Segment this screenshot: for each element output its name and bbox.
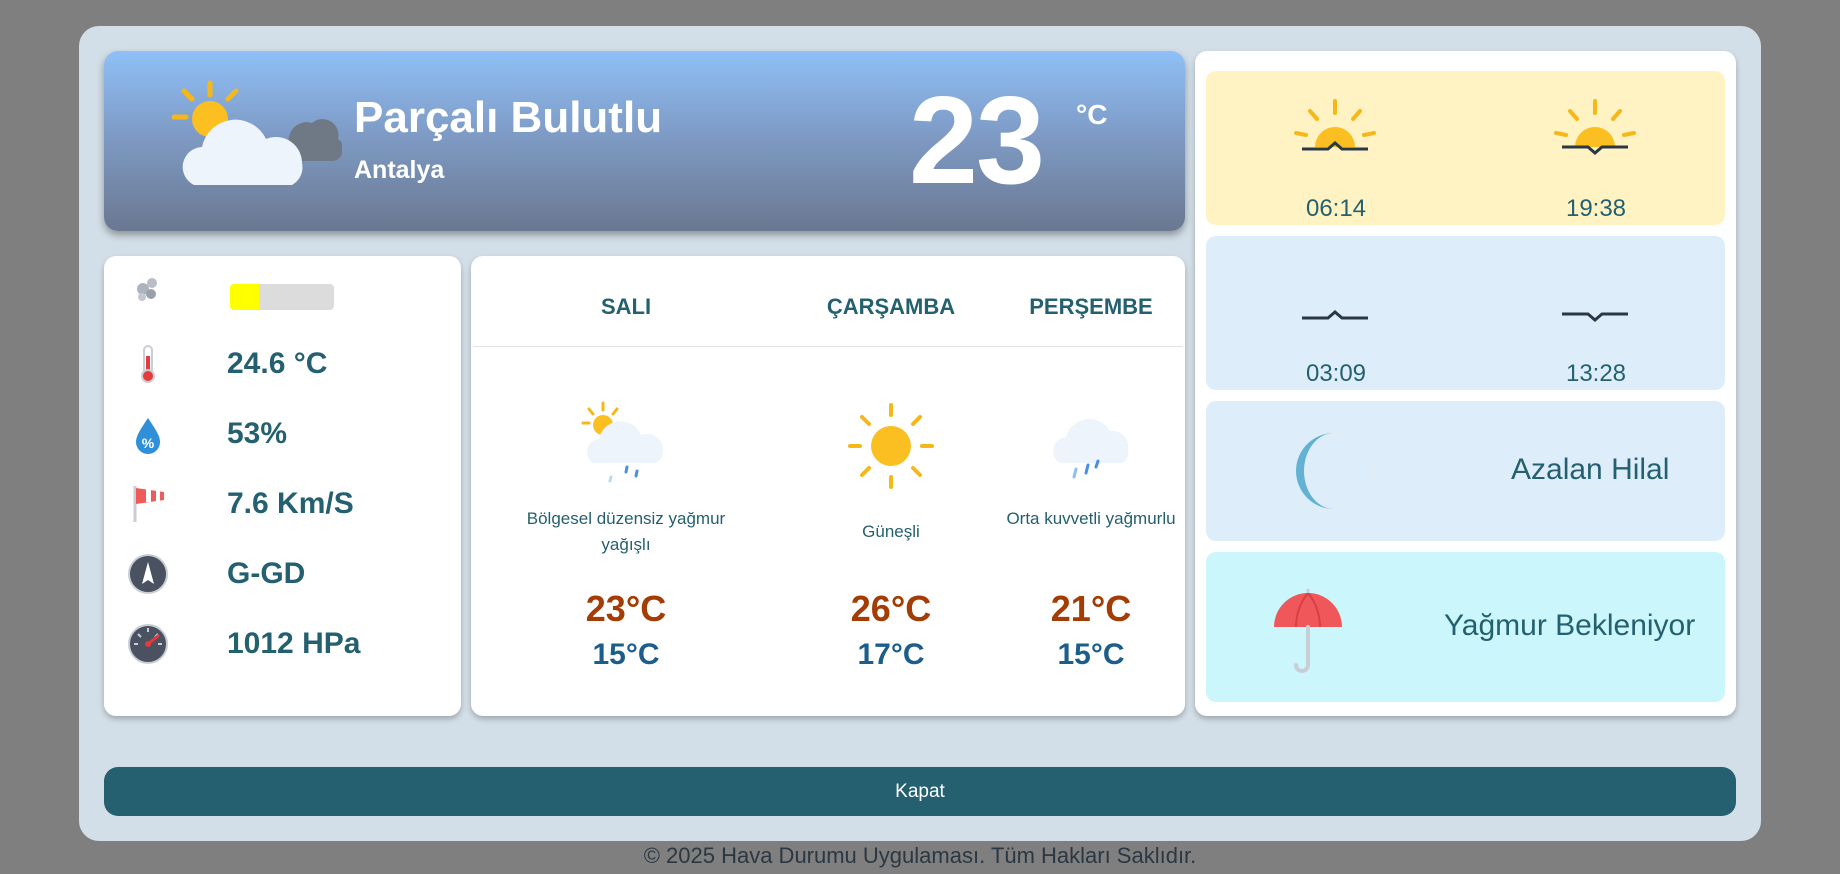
svg-text:%: %	[142, 435, 155, 451]
forecast-high: 21°C	[1050, 588, 1132, 629]
temperature-unit: °C	[1076, 99, 1108, 130]
forecast-day-2: ÇARŞAMBA Güneşli 26°C 17°C	[791, 256, 991, 716]
weather-panel: Parçalı Bulutlu Antalya 23 °C 24.6 °C % …	[79, 26, 1761, 841]
forecast-card: SALI Bölgesel düzensiz yağmur yağışlı 23…	[471, 256, 1185, 716]
humidity-row: % 53%	[104, 409, 461, 459]
rain-cloud-icon	[1053, 419, 1129, 479]
moonrise-time: 03:09	[1305, 360, 1367, 387]
sun-cloud-rain-icon	[581, 401, 664, 483]
forecast-description: Orta kuvvetli yağmurlu	[1006, 509, 1176, 528]
current-condition: Parçalı Bulutlu	[354, 93, 663, 142]
close-button[interactable]: Kapat	[104, 767, 1736, 816]
compass-icon	[128, 554, 168, 594]
pressure-value: 1012 HPa	[227, 627, 361, 660]
windsock-icon	[133, 486, 164, 522]
moon-times-tile: 03:09 13:28	[1206, 236, 1725, 390]
humidity-value: 53%	[227, 417, 288, 450]
air-quality-bar-fill	[230, 284, 260, 310]
moonset-icon	[1562, 276, 1628, 322]
pressure-row: 1012 HPa	[104, 619, 461, 669]
moonrise-icon	[1302, 276, 1368, 320]
wind-direction-row: G-GD	[104, 549, 461, 599]
current-temperature: 23	[909, 72, 1045, 210]
partly-cloudy-icon	[172, 80, 342, 185]
moon-phase-tile: Azalan Hilal	[1206, 401, 1725, 541]
astronomy-card: 06:14 19:38 03:09 13:28 Azalan Hilal Yağ…	[1195, 51, 1736, 716]
temperature-row: 24.6 °C	[104, 339, 461, 389]
moonset-time: 13:28	[1565, 360, 1627, 387]
air-quality-icon	[137, 278, 157, 301]
details-card: 24.6 °C % 53% 7.6 Km/S G-GD 1012 HPa	[104, 256, 461, 716]
current-weather-banner: Parçalı Bulutlu Antalya 23 °C	[104, 51, 1185, 231]
forecast-low: 15°C	[1057, 638, 1125, 671]
air-quality-row	[104, 268, 461, 318]
forecast-day-3: PERŞEMBE Orta kuvvetli yağmurlu 21°C 15°…	[1001, 256, 1181, 716]
forecast-day-name: SALI	[600, 294, 652, 319]
sunrise-time: 06:14	[1305, 195, 1367, 222]
moon-phase-name: Azalan Hilal	[1511, 453, 1670, 486]
umbrella-icon	[1274, 589, 1342, 673]
footer-copyright: © 2025 Hava Durumu Uygulaması. Tüm Hakla…	[643, 843, 1197, 868]
wind-speed-value: 7.6 Km/S	[227, 487, 354, 520]
sunrise-icon	[1294, 99, 1376, 151]
barometer-icon	[128, 624, 168, 664]
sunset-time: 19:38	[1565, 195, 1627, 222]
sun-icon	[848, 403, 934, 489]
forecast-description: Bölgesel düzensiz yağmur yağışlı	[526, 509, 726, 554]
forecast-high: 23°C	[585, 588, 667, 629]
thermometer-icon	[141, 345, 155, 383]
forecast-high: 26°C	[850, 588, 932, 629]
temperature-value: 24.6 °C	[227, 347, 328, 380]
wind-direction-value: G-GD	[227, 557, 306, 590]
sunset-icon	[1554, 99, 1636, 155]
forecast-low: 15°C	[592, 638, 660, 671]
forecast-day-name: ÇARŞAMBA	[826, 294, 956, 319]
sun-times-tile: 06:14 19:38	[1206, 71, 1725, 225]
humidity-drop-icon: %	[136, 418, 160, 454]
forecast-day-name: PERŞEMBE	[1029, 294, 1153, 319]
rain-status-tile: Yağmur Bekleniyor	[1206, 552, 1725, 702]
wind-speed-row: 7.6 Km/S	[104, 479, 461, 529]
forecast-day-1: SALI Bölgesel düzensiz yağmur yağışlı 23…	[501, 256, 751, 716]
rain-status: Yağmur Bekleniyor	[1444, 609, 1696, 642]
air-quality-bar	[230, 284, 334, 310]
forecast-low: 17°C	[857, 638, 925, 671]
forecast-description: Güneşli	[862, 522, 920, 541]
waning-crescent-icon	[1296, 432, 1375, 510]
city-name: Antalya	[354, 156, 445, 184]
